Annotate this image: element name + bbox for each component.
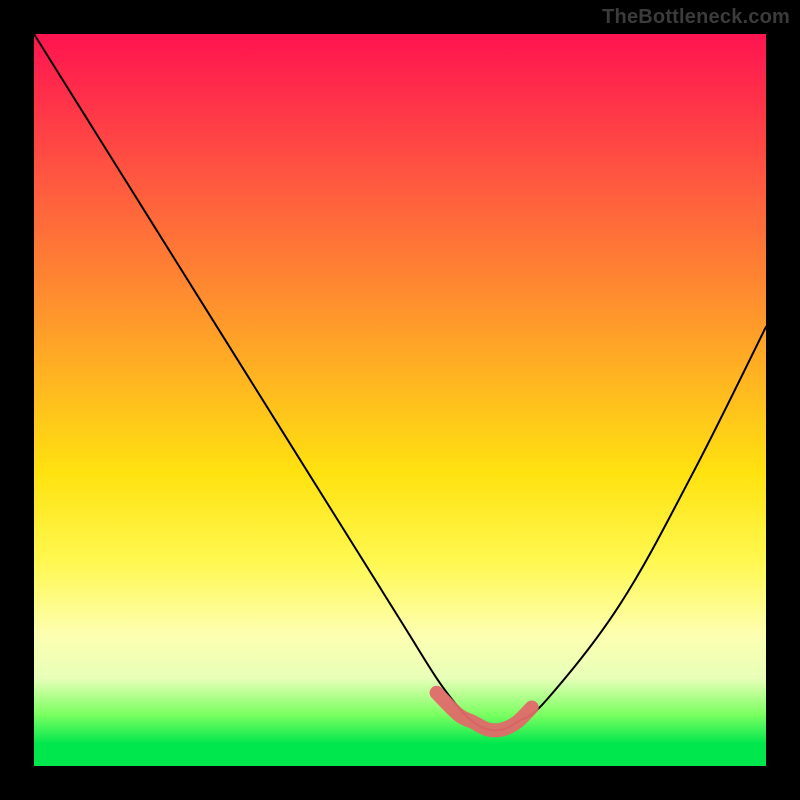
bottleneck-curve-line [34, 34, 766, 730]
chart-frame: TheBottleneck.com [0, 0, 800, 800]
plot-area [34, 34, 766, 766]
curve-svg [34, 34, 766, 766]
watermark-text: TheBottleneck.com [602, 6, 790, 29]
highlight-band [437, 693, 532, 731]
